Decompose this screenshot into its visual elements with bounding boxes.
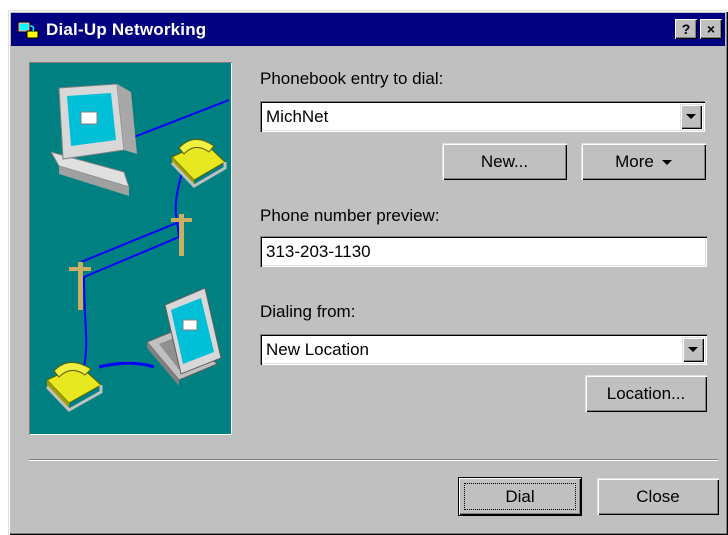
more-button[interactable]: More [581,143,706,180]
close-button-label: Close [636,487,680,506]
phonebook-entry-select[interactable]: MichNet [260,101,705,132]
dialing-from-label: Dialing from: [260,302,356,321]
telephone-icon [45,362,103,412]
dialing-from-select[interactable]: New Location [260,334,707,365]
focus-rectangle [464,483,576,510]
phonebook-entry-value: MichNet [266,107,329,126]
pole-icon [69,214,192,310]
phone-number-preview-field[interactable]: 313-203-1130 [260,236,707,267]
window-title: Dial-Up Networking [46,19,207,39]
dial-up-illustration [29,62,232,435]
more-button-label: More [615,152,654,171]
caret-down-icon [661,160,672,165]
chevron-down-icon[interactable] [682,337,704,362]
close-icon[interactable]: × [700,19,722,39]
location-button-label: Location... [606,384,686,403]
separator [29,459,718,461]
phonebook-label: Phonebook entry to dial: [260,69,444,88]
close-button[interactable]: Close [597,478,719,515]
computer-icon [49,83,137,196]
chevron-down-icon[interactable] [680,104,702,129]
dialing-from-value: New Location [266,340,370,359]
dial-up-networking-icon [17,21,39,38]
location-button[interactable]: Location... [585,375,707,412]
phone-number-value: 313-203-1130 [266,242,371,261]
help-button[interactable]: ? [675,19,697,39]
dial-up-dialog: Dial-Up Networking ? × Phonebook entry t… [8,10,728,535]
dial-button[interactable]: Dial [459,478,581,515]
phone-preview-label: Phone number preview: [260,206,440,225]
network-connection-picture [45,83,230,412]
laptop-icon [146,287,222,386]
new-entry-button-label: New... [480,152,529,171]
title-bar[interactable]: Dial-Up Networking ? × [11,13,725,46]
new-entry-button[interactable]: New... [442,143,567,180]
